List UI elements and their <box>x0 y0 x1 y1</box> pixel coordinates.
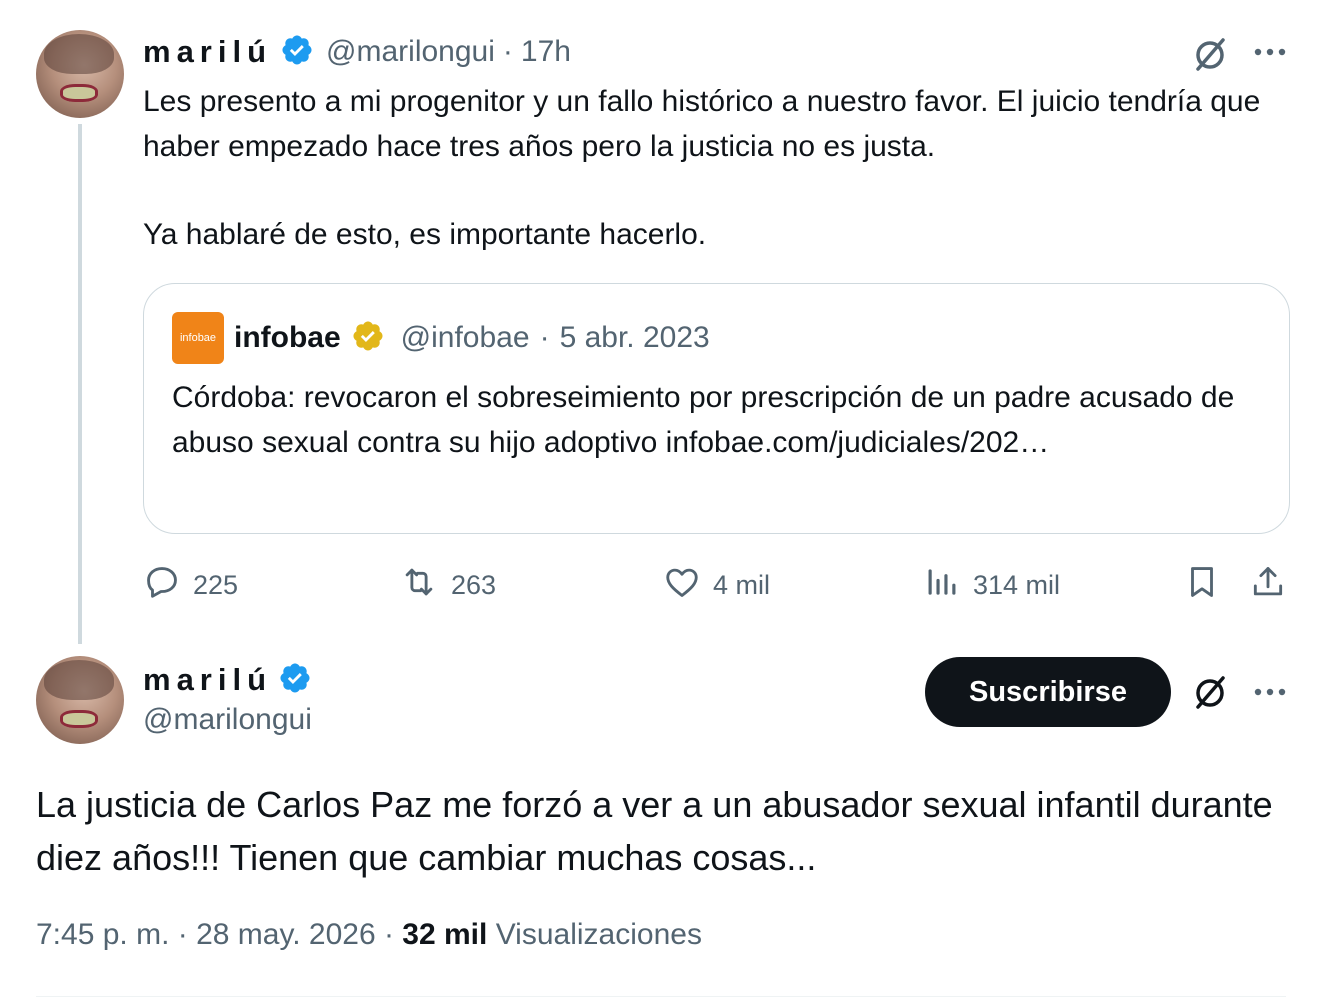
repost-icon <box>399 563 439 608</box>
tweet-header: marilú @marilongui · 17h <box>143 30 571 74</box>
share-button[interactable] <box>1249 560 1287 610</box>
like-count: 4 mil <box>713 569 771 600</box>
verified-badge-icon <box>351 319 385 358</box>
separator-dot: · <box>502 35 513 68</box>
verified-badge-icon[interactable] <box>280 33 314 72</box>
handle[interactable]: @marilongui <box>143 703 312 737</box>
verified-badge-icon[interactable] <box>278 661 312 700</box>
subscribe-button[interactable]: Suscribirse <box>925 657 1171 727</box>
quote-tweet-card[interactable]: infobae infobae @infobae · 5 abr. 2023 C… <box>143 283 1290 534</box>
repost-count: 263 <box>451 569 497 600</box>
avatar[interactable] <box>36 656 124 744</box>
bookmark-icon <box>1183 563 1221 608</box>
display-name[interactable]: marilú <box>143 34 272 70</box>
views-icon <box>923 563 961 608</box>
tweet-text: Les presento a mi progenitor y un fallo … <box>143 80 1263 258</box>
bookmark-button[interactable] <box>1183 560 1221 610</box>
reply-button[interactable]: 225 <box>143 560 238 610</box>
handle[interactable]: @marilongui <box>326 35 495 69</box>
quote-handle: @infobae <box>400 321 530 354</box>
like-icon <box>663 563 701 608</box>
quote-date: 5 abr. 2023 <box>559 321 710 354</box>
avatar[interactable] <box>36 30 124 118</box>
share-icon <box>1249 563 1287 608</box>
views-button[interactable]: 314 mil <box>923 560 1060 610</box>
timestamp[interactable]: 7:45 p. m. · 28 may. 2026 · <box>36 918 394 951</box>
divider <box>36 996 1286 997</box>
grok-icon[interactable] <box>1186 668 1234 716</box>
tweet-actions: 225 263 4 mil 314 mil <box>143 560 1293 610</box>
infobae-logo: infobae <box>172 312 224 364</box>
tweet-paragraph: Les presento a mi progenitor y un fallo … <box>143 85 1261 163</box>
tweet-text: La justicia de Carlos Paz me forzó a ver… <box>36 784 1273 878</box>
tweet-header: marilú <box>143 658 312 702</box>
quote-text: Córdoba: revocaron el sobreseimiento por… <box>172 381 1235 459</box>
views-count: 32 mil <box>402 918 488 951</box>
views-label: Visualizaciones <box>495 918 702 951</box>
views-count: 314 mil <box>973 569 1061 600</box>
more-icon[interactable] <box>1248 670 1292 714</box>
tweet-paragraph: Ya hablaré de esto, es importante hacerl… <box>143 218 707 251</box>
quote-header: infobae infobae @infobae · 5 abr. 2023 <box>172 312 710 364</box>
like-button[interactable]: 4 mil <box>663 560 770 610</box>
display-name[interactable]: marilú <box>143 662 272 698</box>
thread-line <box>78 124 82 644</box>
separator-dot: · <box>539 321 550 354</box>
quote-display-name: infobae <box>234 321 341 354</box>
reply-icon <box>143 563 181 608</box>
grok-icon[interactable] <box>1186 30 1234 78</box>
more-icon[interactable] <box>1248 30 1292 74</box>
timestamp[interactable]: 17h <box>521 35 571 69</box>
repost-button[interactable]: 263 <box>399 560 496 610</box>
reply-count: 225 <box>193 569 239 600</box>
tweet-meta: 7:45 p. m. · 28 may. 2026 · 32 mil Visua… <box>36 918 702 952</box>
